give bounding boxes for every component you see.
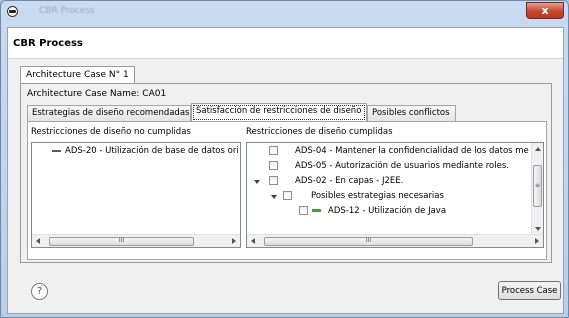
list-item[interactable]: ADS-20 - Utilización de base de datos or… [52, 145, 239, 158]
unmet-restrictions-list[interactable]: ADS-20 - Utilización de base de datos or… [31, 142, 241, 248]
scrollbar-thumb[interactable]: III [49, 237, 194, 246]
scrollbar-thumb[interactable]: III [264, 237, 473, 246]
scroll-left-icon[interactable] [251, 238, 255, 244]
close-icon: x [541, 4, 549, 17]
scroll-down-icon[interactable] [535, 227, 541, 231]
scroll-up-icon[interactable] [535, 147, 541, 151]
expand-arrow-icon[interactable] [254, 180, 260, 184]
app-icon [7, 6, 18, 17]
tree-row[interactable]: ADS-05 - Autorización de usuarios median… [247, 160, 529, 173]
leaf-marker-icon [52, 149, 61, 152]
met-restrictions-tree[interactable]: ADS-04 - Mantener la confidencialidad de… [246, 142, 544, 248]
strategy-marker-icon [312, 205, 325, 218]
help-icon: ? [36, 286, 43, 297]
tree-row[interactable]: ADS-02 - En capas - J2EE. [247, 175, 529, 188]
right-vertical-scrollbar[interactable]: ≡ [531, 143, 543, 235]
tree-row[interactable]: ADS-12 - Utilización de Java [247, 205, 529, 218]
checkbox[interactable] [269, 146, 278, 155]
architecture-case-panel: Architecture Case Name: CA01 Estrategias… [20, 83, 552, 263]
close-button[interactable]: x [526, 2, 564, 19]
scroll-right-icon[interactable] [535, 238, 539, 244]
dialog-client-area: CBR Process Architecture Case N° 1 Archi… [7, 27, 564, 314]
checkbox[interactable] [283, 191, 292, 200]
checkbox[interactable] [269, 176, 278, 185]
tree-row[interactable]: ADS-04 - Mantener la confidencialidad de… [247, 145, 529, 158]
checkbox[interactable] [299, 206, 308, 215]
tree-row[interactable]: Posibles estrategias necesarias [247, 190, 529, 203]
checkbox[interactable] [269, 161, 278, 170]
window-title: CBR Process [39, 6, 95, 16]
page-title: CBR Process [13, 38, 83, 49]
scroll-right-icon[interactable] [232, 238, 236, 244]
dialog-header: CBR Process [8, 28, 563, 59]
tab-estrategias[interactable]: Estrategias de diseño recomendadas [27, 105, 191, 122]
scrollbar-thumb[interactable]: ≡ [533, 165, 542, 207]
restrictions-panel: Restricciones de diseño no cumplidas Res… [27, 121, 547, 260]
tab-posibles-conflictos[interactable]: Posibles conflictos [367, 105, 456, 122]
right-horizontal-scrollbar[interactable]: III [247, 234, 543, 247]
process-case-button[interactable]: Process Case [498, 281, 561, 300]
dialog-body: Architecture Case N° 1 Architecture Case… [8, 59, 563, 313]
tab-satisfaccion[interactable]: Satisfacción de restricciones de diseño [191, 103, 367, 122]
expand-arrow-icon[interactable] [271, 195, 277, 199]
left-horizontal-scrollbar[interactable]: III [32, 234, 240, 247]
right-list-label: Restricciones de diseño cumplidas [246, 127, 393, 137]
tab-architecture-case[interactable]: Architecture Case N° 1 [20, 66, 135, 84]
left-list-label: Restricciones de diseño no cumplidas [31, 127, 191, 137]
help-button[interactable]: ? [31, 283, 48, 300]
case-name-label: Architecture Case Name: CA01 [27, 89, 167, 99]
dialog-window: CBR Process x CBR Process Architecture C… [0, 0, 569, 318]
scroll-left-icon[interactable] [36, 238, 40, 244]
title-bar[interactable]: CBR Process x [1, 1, 568, 23]
